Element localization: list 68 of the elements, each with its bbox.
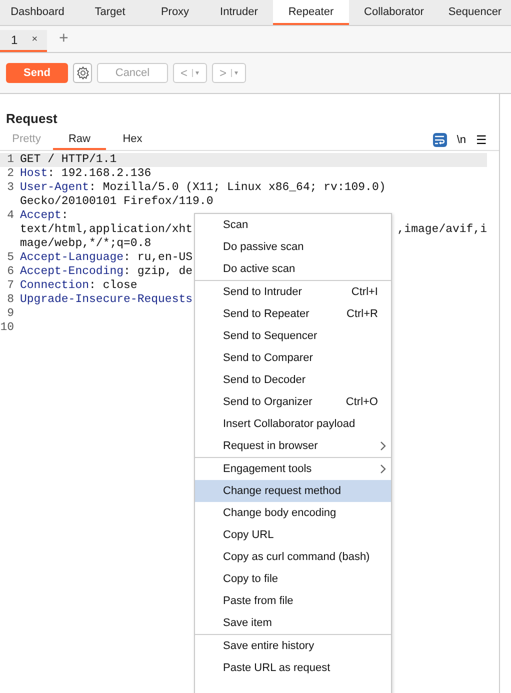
menu-item[interactable]: Send to Organizer Ctrl+O bbox=[195, 391, 391, 413]
main-tab[interactable]: Dashboard bbox=[0, 0, 75, 25]
line-number: 5 bbox=[6, 251, 14, 265]
menu-item[interactable]: Request in browser bbox=[195, 435, 391, 457]
menu-item[interactable]: Copy to file bbox=[195, 568, 391, 590]
wrap-lines-button[interactable] bbox=[432, 133, 447, 147]
main-tab[interactable]: Target bbox=[75, 0, 145, 25]
header-name: User-Agent bbox=[20, 181, 90, 195]
line-number: 6 bbox=[6, 265, 14, 279]
menu-item[interactable]: Change body encoding bbox=[195, 502, 391, 524]
menu-item[interactable]: Save item bbox=[195, 612, 391, 634]
line-number: 7 bbox=[6, 279, 14, 293]
code-text: GET / HTTP/1.1 bbox=[20, 153, 117, 167]
menu-item[interactable]: Send to Comparer bbox=[195, 347, 391, 369]
menu-item[interactable]: Send to Repeater Ctrl+R bbox=[195, 303, 391, 325]
code-text: : close bbox=[89, 279, 138, 293]
newline-toggle[interactable]: \n bbox=[456, 134, 466, 146]
menu-item[interactable]: Copy URL bbox=[195, 524, 391, 546]
code-text: : gzip, de bbox=[124, 265, 193, 279]
menu-item[interactable]: Insert Collaborator payload bbox=[195, 413, 391, 435]
main-tab[interactable]: Intruder bbox=[205, 0, 273, 25]
menu-item[interactable]: Save entire history bbox=[195, 635, 391, 657]
main-tab[interactable]: Repeater bbox=[273, 0, 349, 25]
close-tab-button[interactable]: × bbox=[32, 34, 38, 45]
code-text: : Mozilla/5.0 (X11; Linux x86_64; rv:109.0) bbox=[89, 181, 386, 195]
header-name: Accept-Encoding bbox=[20, 265, 124, 279]
code-text: : ru,en-US bbox=[124, 251, 193, 265]
line-number: 3 bbox=[6, 181, 14, 196]
request-title: Request bbox=[5, 110, 58, 126]
repeater-tab[interactable]: 1 × bbox=[0, 30, 47, 52]
add-tab-button[interactable]: + bbox=[53, 29, 74, 49]
settings-icon bbox=[76, 66, 90, 80]
menu-button[interactable]: ☰ bbox=[476, 133, 487, 147]
header-name: Connection bbox=[20, 279, 90, 293]
view-tab[interactable]: Hex bbox=[106, 130, 159, 150]
header-name: Host bbox=[20, 167, 48, 181]
menu-item[interactable]: Send to Intruder Ctrl+I bbox=[195, 281, 391, 303]
menu-item[interactable]: Scan bbox=[195, 214, 391, 236]
code-text: ,image/avif,i bbox=[397, 223, 487, 237]
menu-item[interactable]: Send to Sequencer bbox=[195, 325, 391, 347]
line-number: 10 bbox=[0, 321, 14, 335]
menu-item[interactable]: Change request method bbox=[195, 480, 391, 502]
main-tab[interactable]: Proxy bbox=[145, 0, 205, 25]
view-tab[interactable]: Raw bbox=[53, 130, 106, 150]
menu-item[interactable]: Send to Decoder bbox=[195, 369, 391, 391]
code-text: text/html,application/xht bbox=[20, 223, 193, 237]
header-name: Accept bbox=[20, 209, 62, 223]
menu-item[interactable]: Paste URL as request bbox=[195, 657, 391, 679]
main-tab[interactable]: Collaborator bbox=[349, 0, 439, 25]
settings-button[interactable] bbox=[73, 63, 92, 83]
line-number: 1 bbox=[6, 153, 14, 167]
header-name: Upgrade-Insecure-Requests bbox=[20, 293, 193, 307]
code-text: mage/webp,*/*;q=0.8 bbox=[20, 237, 152, 251]
code-text: : bbox=[61, 209, 68, 223]
line-number: 8 bbox=[6, 293, 14, 307]
line-number: 2 bbox=[6, 167, 14, 181]
menu-item[interactable]: Do active scan bbox=[195, 258, 391, 280]
menu-item[interactable]: Copy as curl command (bash) bbox=[195, 546, 391, 568]
menu-item[interactable]: Do passive scan bbox=[195, 236, 391, 258]
line-number: 4 bbox=[6, 209, 14, 224]
tab-number: 1 bbox=[11, 32, 18, 46]
code-text: : 192.168.2.136 bbox=[48, 167, 152, 181]
code-text: Gecko/20100101 Firefox/119.0 bbox=[20, 195, 214, 209]
header-name: Accept-Language bbox=[20, 251, 124, 265]
main-tab[interactable]: Sequencer bbox=[439, 0, 511, 25]
menu-item[interactable]: Engagement tools bbox=[195, 458, 391, 480]
menu-item[interactable]: Paste from file bbox=[195, 590, 391, 612]
line-number: 9 bbox=[6, 307, 14, 321]
